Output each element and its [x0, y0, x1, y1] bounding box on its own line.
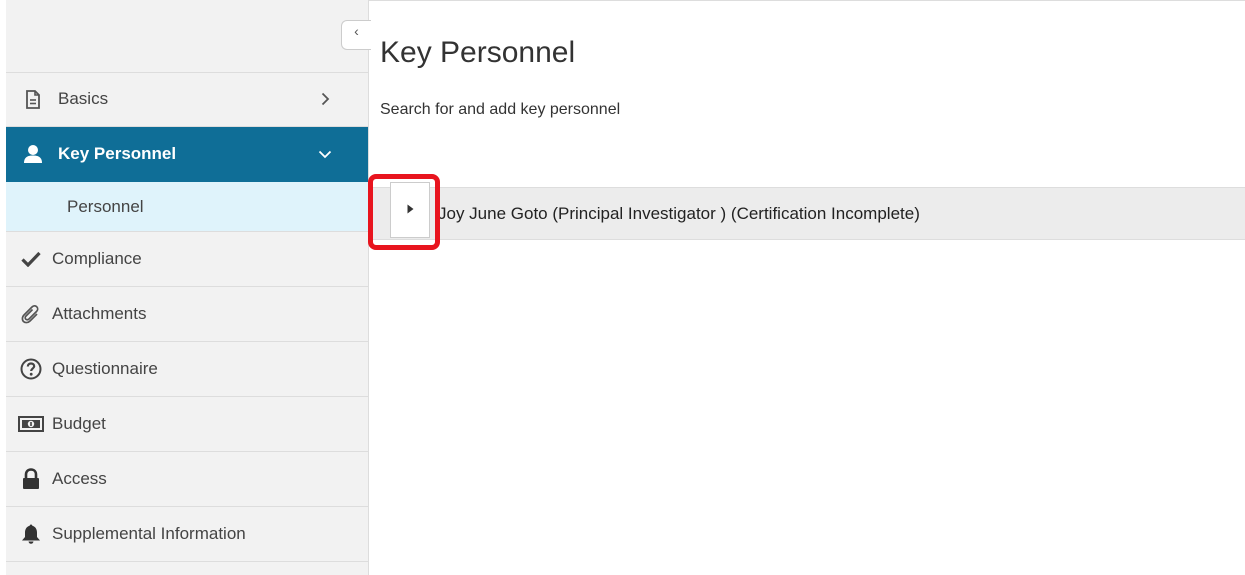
page-title: Key Personnel	[380, 36, 576, 69]
bell-icon	[20, 523, 42, 545]
sidebar-item-access[interactable]: Access	[6, 452, 368, 507]
sidebar-item-label: Attachments	[52, 304, 147, 323]
sidebar-item-basics[interactable]: Basics	[6, 72, 368, 127]
personnel-row[interactable]: Joy June Goto (Principal Investigator ) …	[368, 182, 1245, 240]
highlight-box	[368, 174, 440, 250]
chevron-left-icon: ‹	[354, 23, 359, 39]
money-icon	[18, 413, 44, 435]
sidebar-item-label: Basics	[58, 89, 109, 108]
sidebar-item-attachments[interactable]: Attachments	[6, 287, 368, 342]
question-circle-icon	[20, 358, 42, 380]
sidebar-item-budget[interactable]: Budget	[6, 397, 368, 452]
document-icon	[22, 88, 44, 110]
sidebar-header	[6, 0, 368, 73]
sidebar-nav: ‹ Basics Key Personnel Personnel Complia…	[6, 0, 371, 575]
sidebar-item-label: Questionnaire	[52, 359, 158, 378]
chevron-down-icon	[318, 147, 332, 161]
top-divider	[368, 0, 1245, 1]
sidebar-item-label: Compliance	[52, 249, 142, 268]
sidebar-item-label: Supplemental Information	[52, 524, 246, 543]
sidebar-item-compliance[interactable]: Compliance	[6, 232, 368, 287]
checkmark-icon	[20, 248, 42, 270]
lock-icon	[20, 468, 42, 490]
person-icon	[22, 143, 44, 165]
sidebar-item-label: Access	[52, 469, 107, 488]
sidebar-collapse-button[interactable]: ‹	[341, 20, 371, 50]
sidebar-item-label: Key Personnel	[58, 144, 177, 163]
sidebar-item-label: Budget	[52, 414, 106, 433]
sidebar-subitem-label: Personnel	[67, 196, 144, 216]
page-subtitle: Search for and add key personnel	[380, 101, 621, 118]
paperclip-icon	[20, 303, 42, 325]
sidebar-item-questionnaire[interactable]: Questionnaire	[6, 342, 368, 397]
sidebar-item-key-personnel[interactable]: Key Personnel	[6, 127, 368, 182]
sidebar-item-supplemental-information[interactable]: Supplemental Information	[6, 507, 368, 562]
page: ‹ Basics Key Personnel Personnel Complia…	[0, 0, 1245, 575]
personnel-name: Joy June Goto (Principal Investigator ) …	[438, 203, 920, 223]
chevron-right-icon	[318, 92, 332, 106]
sidebar-subitem-personnel[interactable]: Personnel	[6, 182, 368, 232]
